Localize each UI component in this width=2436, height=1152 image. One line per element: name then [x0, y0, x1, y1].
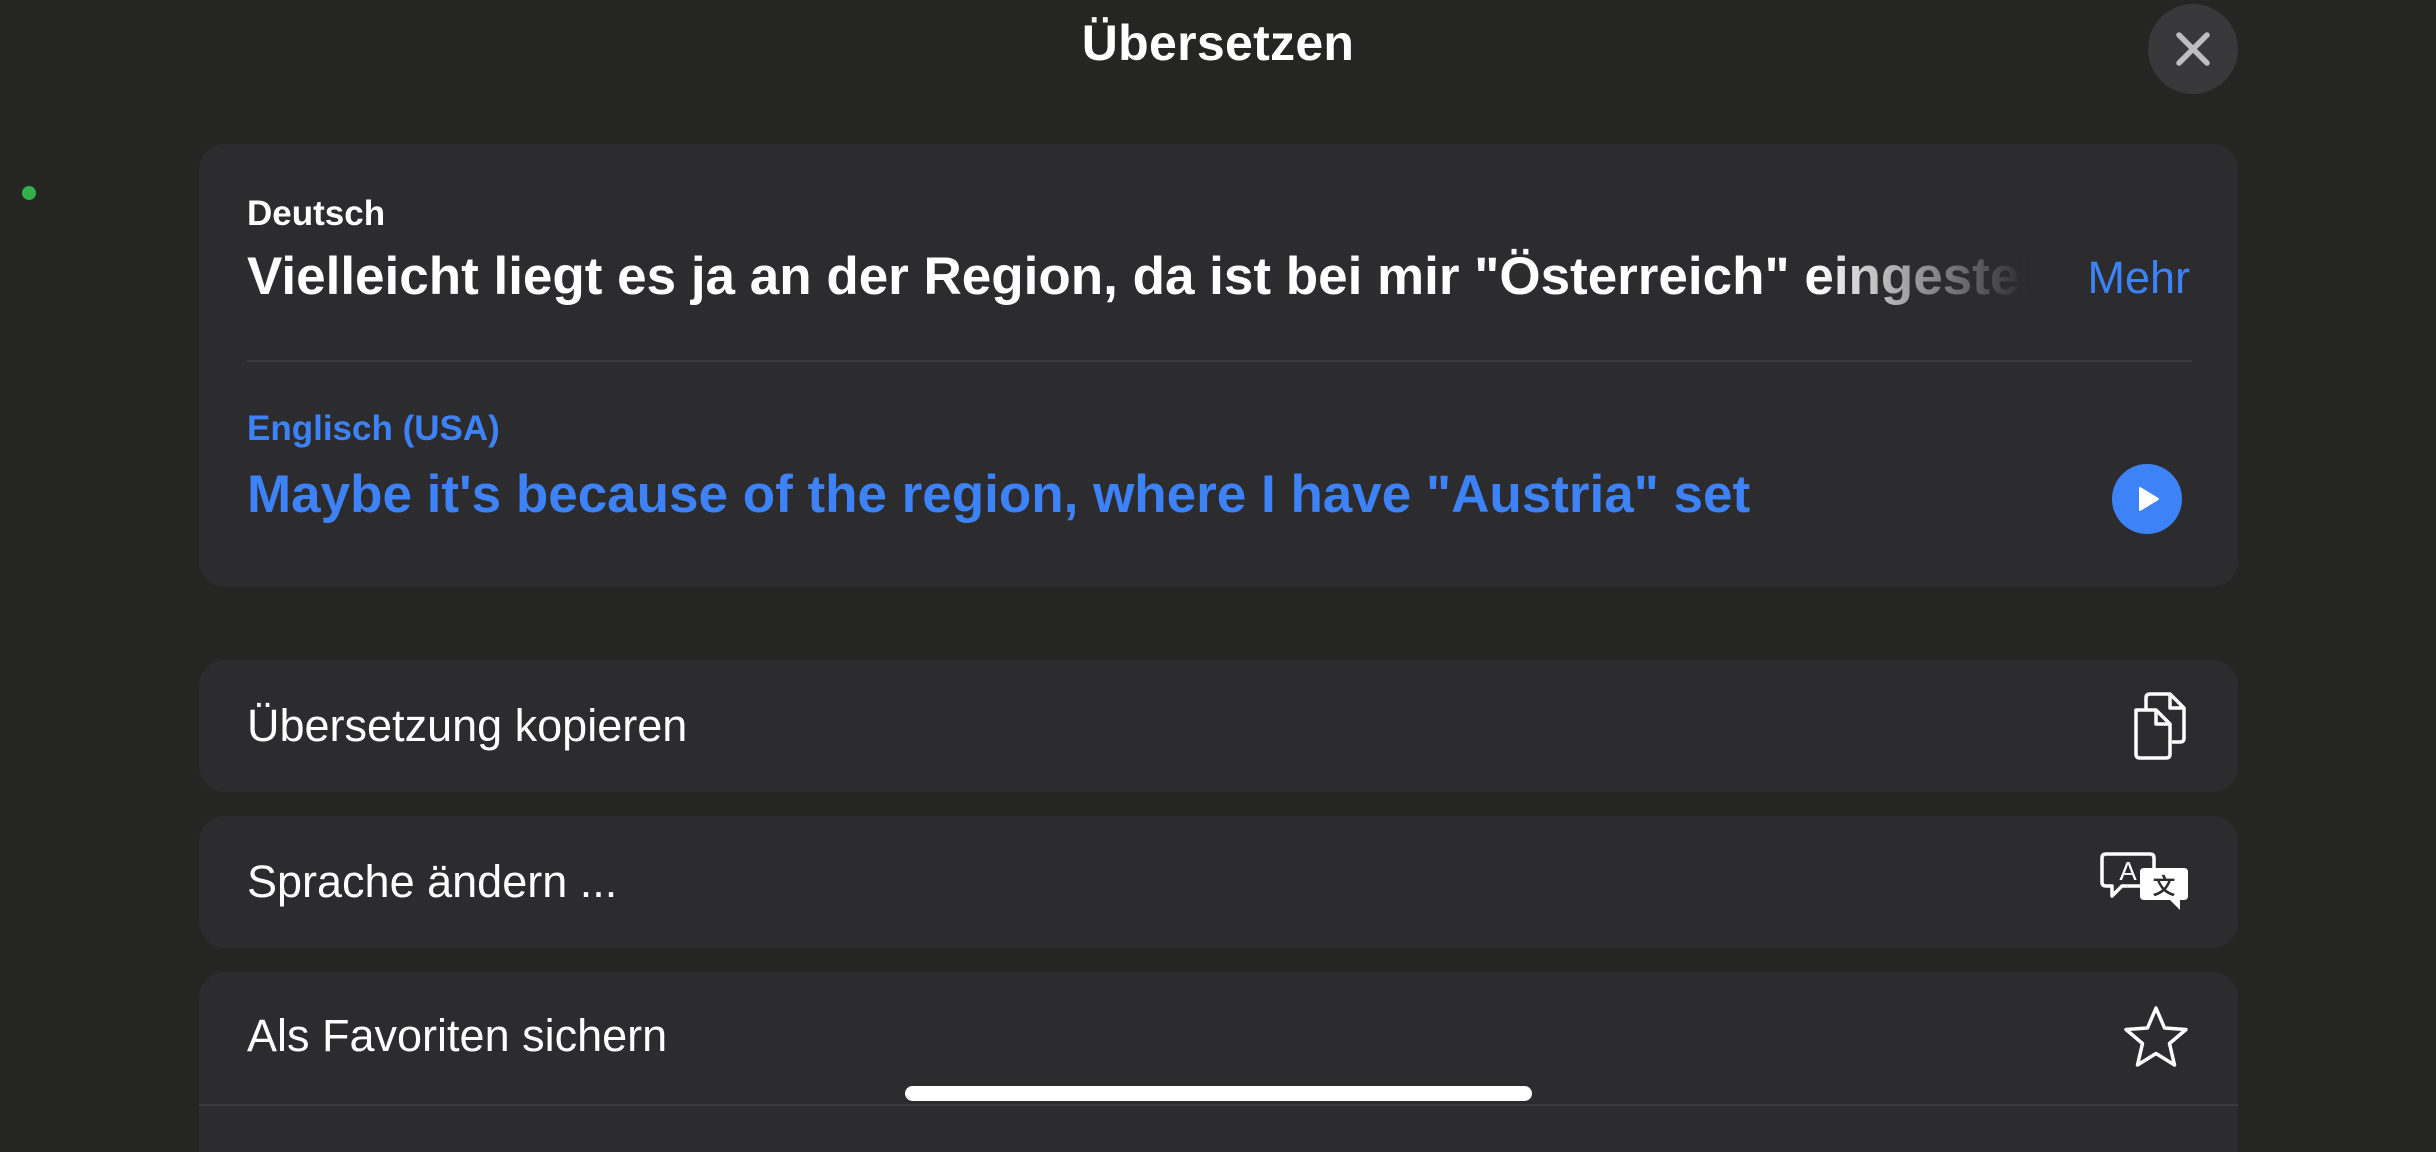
- row-divider: [199, 1104, 2238, 1106]
- play-icon: [2139, 487, 2159, 511]
- target-language-label: Englisch (USA): [247, 409, 500, 448]
- translation-card: Deutsch Vielleicht liegt es ja an der Re…: [199, 144, 2238, 587]
- svg-text:A: A: [2119, 856, 2137, 886]
- change-language-row[interactable]: Sprache ändern ... A 文: [199, 816, 2238, 948]
- source-text: Vielleicht liegt es ja an der Region, da…: [247, 247, 2027, 306]
- copy-translation-row[interactable]: Übersetzung kopieren: [199, 660, 2238, 792]
- more-link[interactable]: Mehr: [2087, 252, 2190, 304]
- source-language-label: Deutsch: [247, 194, 386, 233]
- change-language-label: Sprache ändern ...: [247, 856, 618, 907]
- save-favorite-row[interactable]: Als Favoriten sichern: [199, 972, 2238, 1152]
- svg-text:文: 文: [2153, 874, 2176, 899]
- translate-icon: A 文: [2100, 850, 2190, 914]
- close-button[interactable]: [2148, 4, 2238, 94]
- sheet-title: Übersetzen: [1081, 15, 1355, 71]
- play-button[interactable]: [2112, 464, 2182, 534]
- save-favorite-label: Als Favoriten sichern: [247, 1010, 668, 1061]
- close-icon: [2176, 32, 2210, 66]
- target-text: Maybe it's because of the region, where …: [247, 465, 1751, 524]
- card-divider: [247, 360, 2192, 362]
- status-dot: [22, 186, 36, 200]
- copy-icon: [2128, 690, 2190, 762]
- home-indicator[interactable]: [905, 1086, 1532, 1101]
- star-icon: [2122, 1004, 2190, 1070]
- copy-translation-label: Übersetzung kopieren: [247, 700, 688, 751]
